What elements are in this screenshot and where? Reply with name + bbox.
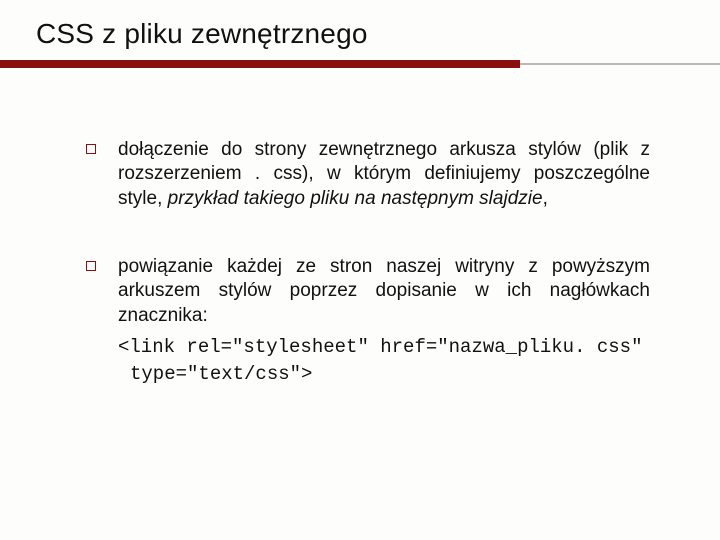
square-bullet-icon [86,261,96,271]
item-prefix: powiązanie każdej ze stron naszej witryn… [118,256,650,326]
code-line: <link rel="stylesheet" href="nazwa_pliku… [118,336,643,358]
item-italic: przykład takiego pliku na następnym slaj… [168,188,543,209]
title-rule [36,60,684,68]
slide-title: CSS z pliku zewnętrznego [36,18,684,50]
code-line: type="text/css"> [118,361,650,389]
list-item: powiązanie każdej ze stron naszej witryn… [86,255,650,389]
item-suffix: , [543,188,548,209]
list-item: dołączenie do strony zewnętrznego arkusz… [86,138,650,211]
square-bullet-icon [86,144,96,154]
item-text: dołączenie do strony zewnętrznego arkusz… [118,138,650,211]
rule-red [0,60,520,68]
item-text: powiązanie każdej ze stron naszej witryn… [118,255,650,389]
slide: CSS z pliku zewnętrznego dołączenie do s… [0,0,720,540]
code-block: <link rel="stylesheet" href="nazwa_pliku… [118,334,650,389]
content-area: dołączenie do strony zewnętrznego arkusz… [36,138,684,389]
